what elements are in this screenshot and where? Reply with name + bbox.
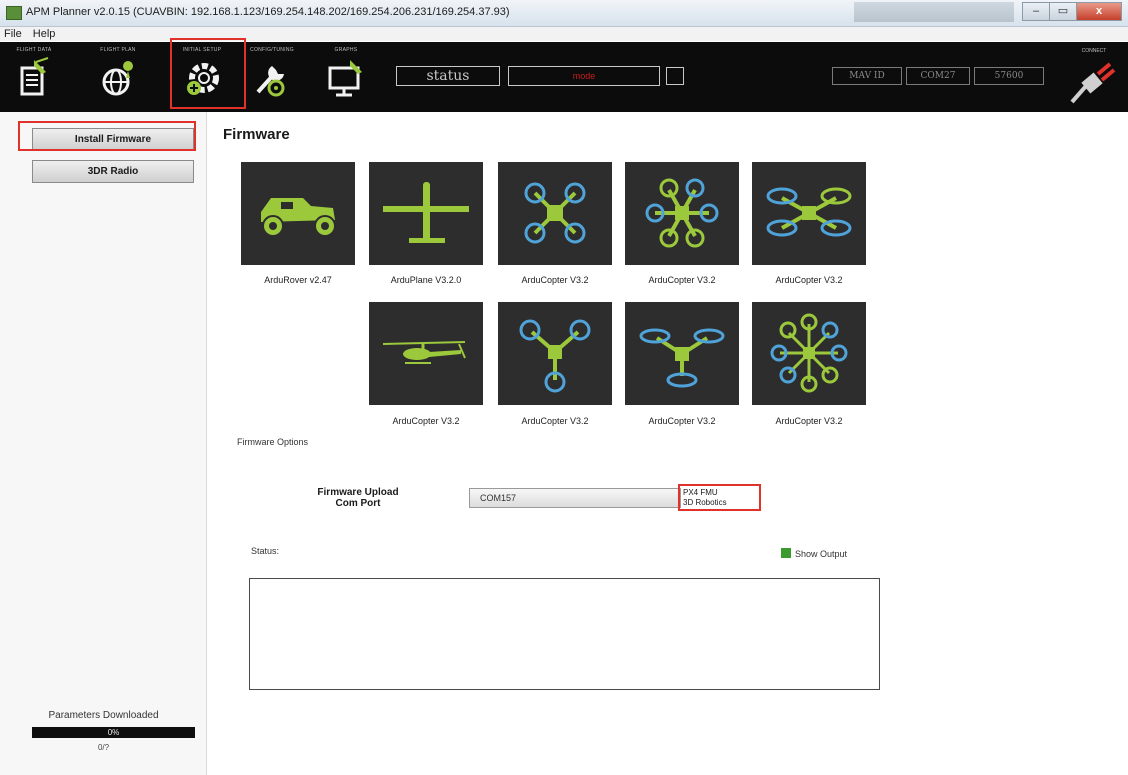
firmware-tile-y6[interactable] <box>625 302 739 405</box>
quad-plus-icon <box>766 187 852 237</box>
board-info: PX4 FMU 3D Robotics <box>678 484 761 511</box>
parameters-progress-bar: 0% <box>32 727 195 738</box>
firmware-tile-octa[interactable] <box>752 302 866 405</box>
firmware-caption-tri: ArduCopter V3.2 <box>521 416 589 426</box>
initial-setup-highlight <box>170 38 246 109</box>
show-output-checkbox[interactable]: Show Output <box>781 548 847 559</box>
status-display: status <box>396 66 500 86</box>
connect-label: CONNECT <box>1081 48 1107 54</box>
minimize-button[interactable]: – <box>1022 2 1050 21</box>
firmware-tile-plane[interactable] <box>369 162 483 265</box>
plane-icon <box>383 182 469 243</box>
octa-icon <box>770 313 848 393</box>
com-port-select[interactable]: COM157 <box>469 488 681 508</box>
firmware-tile-quad-x[interactable] <box>498 162 612 265</box>
mode-display: mode <box>508 66 660 86</box>
parameters-count: 0/? <box>97 743 110 752</box>
config-tuning-icon <box>256 66 285 97</box>
firmware-tile-tri[interactable] <box>498 302 612 405</box>
titlebar-strip <box>854 2 1014 22</box>
board-info-line1: PX4 FMU <box>683 488 718 497</box>
firmware-caption-quad-plus: ArduCopter V3.2 <box>775 275 843 285</box>
firmware-options-label: Firmware Options <box>237 437 309 447</box>
firmware-tile-hexa[interactable] <box>625 162 739 265</box>
window-controls: – ▭ x <box>1022 2 1122 21</box>
show-output-check-box[interactable] <box>781 548 791 558</box>
firmware-caption-y6: ArduCopter V3.2 <box>648 416 716 426</box>
toolbar-flight-data-button[interactable]: FLIGHT DATA <box>6 42 62 112</box>
mav-id-display: MAV ID <box>832 67 902 85</box>
heli-icon <box>382 341 466 364</box>
firmware-upload-label: Firmware Upload Com Port <box>299 487 417 509</box>
firmware-caption-rover: ArduRover v2.47 <box>264 275 332 285</box>
y6-icon <box>639 328 725 388</box>
page-title: Firmware <box>223 126 290 143</box>
menu-help[interactable]: Help <box>29 27 60 41</box>
main-toolbar: FLIGHT DATA FLIGHT PLAN INITIAL SETUP CO… <box>0 38 1128 112</box>
connect-plug-icon[interactable] <box>1064 60 1120 106</box>
app-icon <box>6 6 22 20</box>
com-port-display[interactable]: COM27 <box>906 67 970 85</box>
window-titlebar: APM Planner v2.0.15 (CUAVBIN: 192.168.1.… <box>0 0 1128 27</box>
firmware-tile-heli[interactable] <box>369 302 483 405</box>
baud-rate-display[interactable]: 57600 <box>974 67 1044 85</box>
tri-icon <box>519 319 591 393</box>
setup-sidebar: Install Firmware 3DR Radio Parameters Do… <box>0 112 207 775</box>
firmware-caption-octa: ArduCopter V3.2 <box>775 416 843 426</box>
show-output-label: Show Output <box>795 549 848 559</box>
firmware-caption-quad-x: ArduCopter V3.2 <box>521 275 589 285</box>
sidebar-item-3dr-radio[interactable]: 3DR Radio <box>32 160 194 183</box>
toolbar-config-tuning-button[interactable]: CONFIG/TUNING <box>244 42 300 112</box>
firmware-upload-label-line1: Firmware Upload <box>317 487 399 498</box>
firmware-tile-rover[interactable] <box>241 162 355 265</box>
firmware-caption-plane: ArduPlane V3.2.0 <box>390 275 462 285</box>
toolbar-config-tuning-label: CONFIG/TUNING <box>250 47 294 53</box>
menu-file[interactable]: File <box>0 27 26 41</box>
board-info-line2: 3D Robotics <box>683 498 727 507</box>
status-output-area[interactable] <box>249 578 880 690</box>
hexa-icon <box>645 178 719 248</box>
toolbar-graphs-label: GRAPHS <box>334 47 358 53</box>
firmware-caption-hexa: ArduCopter V3.2 <box>648 275 716 285</box>
firmware-tile-quad-plus[interactable] <box>752 162 866 265</box>
status-label: Status: <box>251 546 280 556</box>
toolbar-flight-plan-button[interactable]: FLIGHT PLAN <box>90 42 146 112</box>
toolbar-flight-data-label: FLIGHT DATA <box>16 47 52 53</box>
armed-indicator <box>666 67 684 85</box>
window-title: APM Planner v2.0.15 (CUAVBIN: 192.168.1.… <box>26 6 510 18</box>
maximize-button[interactable]: ▭ <box>1049 2 1077 21</box>
firmware-panel: Firmware ArduRover v2.47 ArduPlane V3.2.… <box>207 112 1128 775</box>
quad-x-icon <box>524 182 586 244</box>
install-firmware-highlight <box>18 121 196 151</box>
parameters-downloaded-label: Parameters Downloaded <box>48 710 159 721</box>
toolbar-flight-plan-label: FLIGHT PLAN <box>100 47 136 53</box>
flight-plan-icon <box>102 61 133 96</box>
flight-data-icon <box>20 57 49 96</box>
firmware-upload-label-line2: Com Port <box>335 498 381 509</box>
toolbar-graphs-button[interactable]: GRAPHS <box>318 42 374 112</box>
graphs-icon <box>328 60 362 97</box>
rover-icon <box>261 198 336 237</box>
close-button[interactable]: x <box>1076 2 1122 21</box>
firmware-caption-heli: ArduCopter V3.2 <box>392 416 460 426</box>
